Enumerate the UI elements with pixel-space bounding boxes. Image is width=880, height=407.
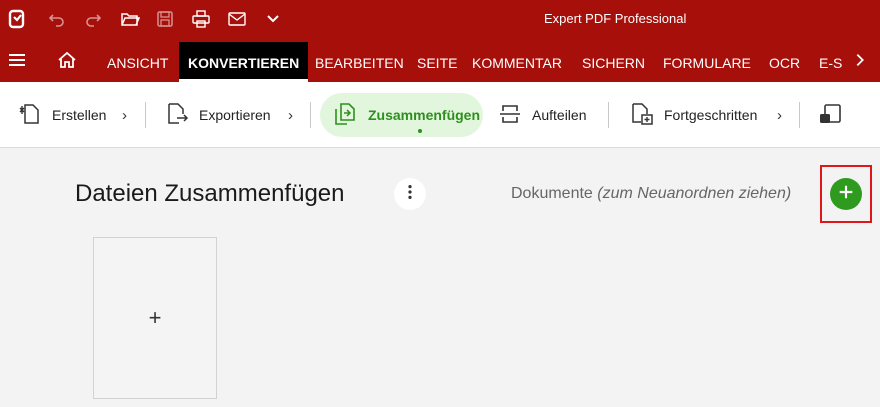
title-bar: Expert PDF Professional xyxy=(0,0,880,38)
home-icon[interactable] xyxy=(55,48,79,72)
kebab-menu-icon xyxy=(401,183,419,206)
create-button[interactable]: Erstellen › xyxy=(18,93,138,137)
split-label: Aufteilen xyxy=(532,107,587,123)
page-title: Dateien Zusammenfügen xyxy=(75,180,345,207)
tab-formulare[interactable]: FORMULARE xyxy=(663,42,751,82)
merge-icon xyxy=(333,102,357,129)
app-logo-icon xyxy=(5,7,29,31)
advanced-button[interactable]: Fortgeschritten › xyxy=(630,93,790,137)
merge-label: Zusammenfügen xyxy=(368,107,481,123)
create-label: Erstellen xyxy=(52,107,107,123)
tab-ansicht[interactable]: ANSICHT xyxy=(107,42,168,82)
overflow-tool-button[interactable] xyxy=(818,93,848,137)
redo-icon[interactable] xyxy=(81,7,105,31)
export-icon xyxy=(165,102,189,129)
tab-konvertieren[interactable]: KONVERTIEREN xyxy=(179,42,309,82)
split-button[interactable]: Aufteilen xyxy=(498,93,598,137)
save-icon[interactable] xyxy=(153,7,177,31)
window-title: Expert PDF Professional xyxy=(544,11,687,26)
create-icon xyxy=(18,102,42,129)
plus-icon xyxy=(837,183,855,206)
page-tool-icon xyxy=(818,102,842,129)
undo-icon[interactable] xyxy=(45,7,69,31)
documents-label: Dokumente (zum Neuanordnen ziehen) xyxy=(511,185,791,203)
export-button[interactable]: Exportieren › xyxy=(165,93,300,137)
open-folder-icon[interactable] xyxy=(118,7,142,31)
tab-e-s[interactable]: E-S xyxy=(819,42,842,82)
ribbon-divider xyxy=(310,102,311,128)
tab-seite[interactable]: SEITE xyxy=(417,42,457,82)
tab-kommentar[interactable]: KOMMENTAR xyxy=(472,42,562,82)
ribbon-divider xyxy=(799,102,800,128)
tab-sichern[interactable]: SICHERN xyxy=(582,42,645,82)
split-icon xyxy=(498,102,522,129)
hamburger-menu-icon[interactable] xyxy=(5,48,29,72)
ribbon-divider xyxy=(608,102,609,128)
menu-bar: ANSICHT KONVERTIEREN BEARBEITEN SEITE KO… xyxy=(0,38,880,82)
ribbon-toolbar: Erstellen › Exportieren › Zusammenfügen … xyxy=(0,82,880,148)
add-file-plus: + xyxy=(148,305,162,330)
export-chevron-icon[interactable]: › xyxy=(288,107,293,124)
tab-ocr[interactable]: OCR xyxy=(769,42,800,82)
chevron-right-icon[interactable] xyxy=(848,48,872,72)
active-indicator xyxy=(418,129,422,133)
advanced-icon xyxy=(630,102,654,129)
print-icon[interactable] xyxy=(189,7,213,31)
documents-title: Dokumente xyxy=(511,185,593,202)
email-icon[interactable] xyxy=(225,7,249,31)
merge-button[interactable]: Zusammenfügen xyxy=(320,93,483,137)
more-options-button[interactable] xyxy=(394,178,426,210)
create-chevron-icon[interactable]: › xyxy=(122,107,127,124)
tab-bearbeiten[interactable]: BEARBEITEN xyxy=(315,42,404,82)
ribbon-divider xyxy=(145,102,146,128)
add-document-highlight xyxy=(820,165,872,223)
documents-hint: (zum Neuanordnen ziehen) xyxy=(597,185,792,202)
add-document-button[interactable] xyxy=(830,178,862,210)
advanced-label: Fortgeschritten xyxy=(664,107,758,123)
export-label: Exportieren xyxy=(199,107,271,123)
add-file-dropzone[interactable]: + xyxy=(93,237,217,399)
chevron-down-icon[interactable] xyxy=(261,7,285,31)
advanced-chevron-icon[interactable]: › xyxy=(777,107,782,124)
